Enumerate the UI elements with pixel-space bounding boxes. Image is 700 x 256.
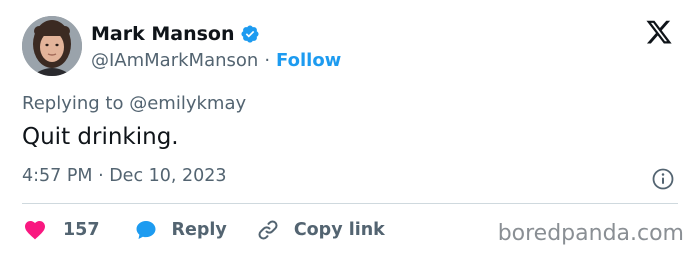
author-handle-row: @IAmMarkManson · Follow bbox=[91, 48, 341, 72]
like-button[interactable]: 157 bbox=[22, 217, 100, 243]
copy-link-label: Copy link bbox=[293, 220, 385, 240]
link-icon bbox=[255, 217, 281, 243]
author-name-row: Mark Manson bbox=[91, 21, 260, 47]
info-icon[interactable] bbox=[651, 167, 675, 191]
verified-badge-icon bbox=[240, 24, 260, 44]
tweet-actions: 157 Reply Copy link bbox=[22, 216, 385, 244]
x-logo-icon[interactable] bbox=[645, 20, 673, 46]
heart-icon bbox=[22, 217, 48, 243]
like-count: 157 bbox=[63, 220, 100, 240]
divider bbox=[22, 203, 678, 204]
tweet-timestamp[interactable]: 4:57 PM · Dec 10, 2023 bbox=[22, 166, 227, 186]
reply-bubble-icon bbox=[133, 217, 159, 243]
tweet-text: Quit drinking. bbox=[22, 124, 179, 150]
replying-to-mention[interactable]: @emilykmay bbox=[129, 93, 246, 114]
author-handle[interactable]: @IAmMarkManson bbox=[91, 50, 258, 71]
replying-to-prefix: Replying to bbox=[22, 93, 124, 114]
replying-to-line: Replying to @emilykmay bbox=[22, 93, 246, 114]
reply-button[interactable]: Reply bbox=[133, 217, 227, 243]
separator-dot: · bbox=[264, 49, 271, 71]
follow-button[interactable]: Follow bbox=[276, 50, 341, 71]
avatar-image bbox=[22, 16, 82, 76]
copy-link-button[interactable]: Copy link bbox=[255, 217, 385, 243]
watermark: boredpanda.com bbox=[497, 221, 684, 246]
avatar[interactable] bbox=[22, 16, 82, 76]
reply-label: Reply bbox=[171, 220, 227, 240]
author-display-name[interactable]: Mark Manson bbox=[91, 23, 235, 45]
